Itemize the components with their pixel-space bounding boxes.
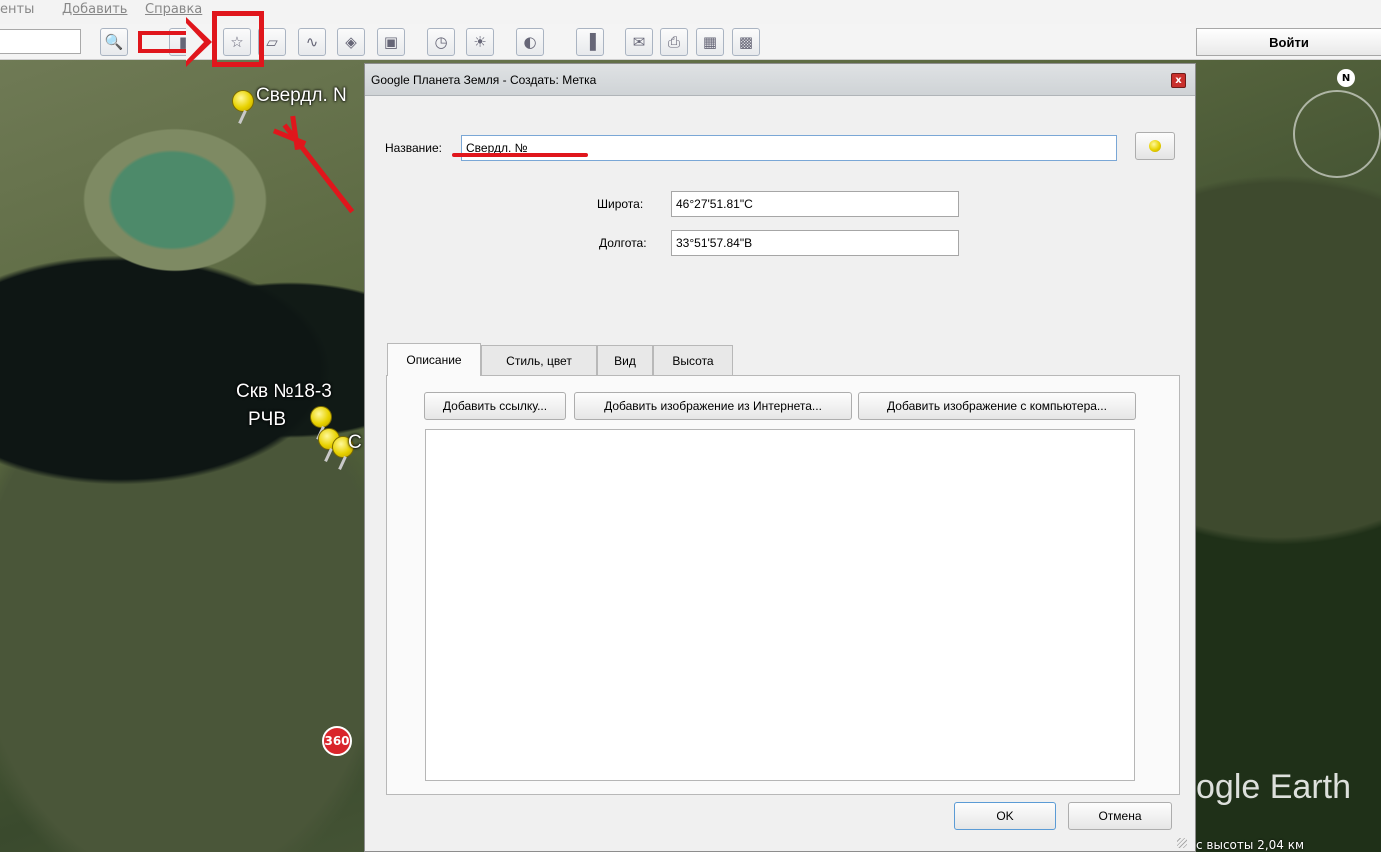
dialog-title: Google Планета Земля - Создать: Метка: [371, 73, 597, 87]
longitude-field[interactable]: 33°51'57.84"В: [671, 230, 959, 256]
close-icon[interactable]: x: [1171, 73, 1186, 88]
compass-north-icon[interactable]: N: [1337, 69, 1355, 87]
search-input[interactable]: [0, 29, 81, 54]
tab-description[interactable]: Описание: [387, 343, 481, 376]
add-web-image-button[interactable]: Добавить изображение из Интернета...: [574, 392, 852, 420]
placemark-icon-button[interactable]: [1135, 132, 1175, 160]
view-in-maps-icon[interactable]: ▦: [696, 28, 724, 56]
tab-style-color[interactable]: Стиль, цвет: [481, 345, 597, 375]
description-panel: Добавить ссылку... Добавить изображение …: [386, 375, 1180, 795]
placemark-pin-icon[interactable]: [310, 406, 332, 428]
altitude-status: с высоты 2,04 км: [1196, 838, 1305, 852]
google-earth-watermark: ogle Earth: [1196, 768, 1351, 806]
historical-imagery-icon[interactable]: ◷: [427, 28, 455, 56]
menu-item-help[interactable]: Справка: [145, 2, 202, 17]
add-local-image-button[interactable]: Добавить изображение с компьютера...: [858, 392, 1136, 420]
add-path-icon[interactable]: ∿: [298, 28, 326, 56]
magnifier-icon[interactable]: 🔍: [100, 28, 128, 56]
placemark-label-rchv: РЧВ: [248, 409, 287, 430]
dialog-body: Название: Свердл. № Широта: 46°27'51.81"…: [371, 98, 1189, 850]
placemark-label-c: С: [348, 432, 362, 453]
ok-button[interactable]: OK: [954, 802, 1056, 830]
description-textarea[interactable]: [425, 429, 1135, 781]
placemark-pin-icon[interactable]: [232, 90, 254, 112]
login-button[interactable]: Войти: [1196, 28, 1381, 56]
placemark-label-sverdl: Свердл. N: [256, 85, 347, 106]
annotation-highlight-box: [212, 11, 264, 67]
navigation-ring[interactable]: [1293, 90, 1381, 178]
resize-grip[interactable]: [1177, 838, 1187, 848]
tab-altitude[interactable]: Высота: [653, 345, 733, 375]
record-tour-icon[interactable]: ▣: [377, 28, 405, 56]
print-icon[interactable]: ⎙: [660, 28, 688, 56]
menu-item-tools[interactable]: енты: [0, 2, 34, 17]
cancel-button[interactable]: Отмена: [1068, 802, 1172, 830]
annotation-arrow-right-icon: [138, 17, 212, 67]
pushpin-icon: [1149, 140, 1161, 152]
planets-icon[interactable]: ◐: [516, 28, 544, 56]
email-icon[interactable]: ✉: [625, 28, 653, 56]
placemark-label-skv: Скв №18-3: [236, 381, 332, 402]
street-view-360-icon[interactable]: 360: [322, 726, 352, 756]
dialog-titlebar[interactable]: Google Планета Земля - Создать: Метка x: [365, 64, 1195, 96]
annotation-underline: [452, 153, 588, 157]
name-label: Название:: [385, 141, 442, 155]
save-image-icon[interactable]: ▩: [732, 28, 760, 56]
add-link-button[interactable]: Добавить ссылку...: [424, 392, 566, 420]
sunlight-icon[interactable]: ☀: [466, 28, 494, 56]
name-field[interactable]: Свердл. №: [461, 135, 1117, 161]
longitude-label: Долгота:: [599, 236, 647, 250]
tab-view[interactable]: Вид: [597, 345, 653, 375]
menu-item-add[interactable]: Добавить: [62, 2, 127, 17]
latitude-field[interactable]: 46°27'51.81"С: [671, 191, 959, 217]
create-placemark-dialog: Google Планета Земля - Создать: Метка x …: [364, 63, 1196, 852]
latitude-label: Широта:: [597, 197, 644, 211]
ruler-icon[interactable]: ▐: [576, 28, 604, 56]
add-image-overlay-icon[interactable]: ◈: [337, 28, 365, 56]
